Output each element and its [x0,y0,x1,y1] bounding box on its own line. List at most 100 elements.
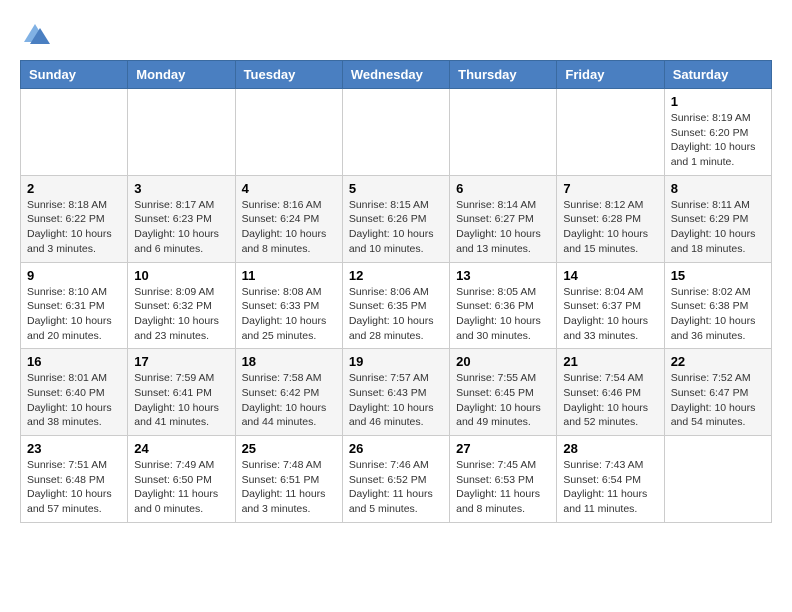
day-number: 28 [563,441,657,456]
day-info: Sunrise: 8:18 AM Sunset: 6:22 PM Dayligh… [27,198,121,257]
day-number: 22 [671,354,765,369]
day-info: Sunrise: 8:16 AM Sunset: 6:24 PM Dayligh… [242,198,336,257]
calendar-cell: 16 Sunrise: 8:01 AM Sunset: 6:40 PM Dayli… [21,349,128,436]
calendar-cell: 14Sunrise: 8:04 AM Sunset: 6:37 PM Dayli… [557,262,664,349]
day-number: 21 [563,354,657,369]
weekday-header-row: SundayMondayTuesdayWednesdayThursdayFrid… [21,61,772,89]
day-number: 19 [349,354,443,369]
day-info: Sunrise: 7:51 AM Sunset: 6:48 PM Dayligh… [27,458,121,517]
calendar-cell: 8 Sunrise: 8:11 AM Sunset: 6:29 PM Daylig… [664,175,771,262]
day-info: Sunrise: 7:48 AM Sunset: 6:51 PM Dayligh… [242,458,336,517]
weekday-header: Wednesday [342,61,449,89]
logo [20,20,54,50]
weekday-header: Thursday [450,61,557,89]
day-number: 15 [671,268,765,283]
calendar-cell: 1 Sunrise: 8:19 AM Sunset: 6:20 PM Daylig… [664,89,771,176]
day-info: Sunrise: 8:17 AM Sunset: 6:23 PM Dayligh… [134,198,228,257]
calendar-cell: 26 Sunrise: 7:46 AM Sunset: 6:52 PM Dayli… [342,436,449,523]
calendar-cell: 11 Sunrise: 8:08 AM Sunset: 6:33 PM Dayli… [235,262,342,349]
weekday-header: Sunday [21,61,128,89]
day-info: Sunrise: 7:46 AM Sunset: 6:52 PM Dayligh… [349,458,443,517]
day-info: Sunrise: 8:11 AM Sunset: 6:29 PM Dayligh… [671,198,765,257]
day-info: Sunrise: 8:02 AM Sunset: 6:38 PM Dayligh… [671,285,765,344]
day-info: Sunrise: 8:10 AM Sunset: 6:31 PM Dayligh… [27,285,121,344]
calendar-week-row: 9 Sunrise: 8:10 AM Sunset: 6:31 PM Daylig… [21,262,772,349]
calendar-table: SundayMondayTuesdayWednesdayThursdayFrid… [20,60,772,523]
calendar-cell: 23 Sunrise: 7:51 AM Sunset: 6:48 PM Dayli… [21,436,128,523]
calendar-cell: 2 Sunrise: 8:18 AM Sunset: 6:22 PM Daylig… [21,175,128,262]
day-number: 4 [242,181,336,196]
day-info: Sunrise: 8:01 AM Sunset: 6:40 PM Dayligh… [27,371,121,430]
calendar-cell: 25 Sunrise: 7:48 AM Sunset: 6:51 PM Dayli… [235,436,342,523]
calendar-cell: 18 Sunrise: 7:58 AM Sunset: 6:42 PM Dayli… [235,349,342,436]
calendar-cell: 15 Sunrise: 8:02 AM Sunset: 6:38 PM Dayli… [664,262,771,349]
day-info: Sunrise: 7:57 AM Sunset: 6:43 PM Dayligh… [349,371,443,430]
logo-icon [20,20,50,50]
day-info: Sunrise: 8:08 AM Sunset: 6:33 PM Dayligh… [242,285,336,344]
day-number: 17 [134,354,228,369]
day-number: 12 [349,268,443,283]
day-info: Sunrise: 7:58 AM Sunset: 6:42 PM Dayligh… [242,371,336,430]
day-info: Sunrise: 8:06 AM Sunset: 6:35 PM Dayligh… [349,285,443,344]
day-number: 20 [456,354,550,369]
calendar-cell: 12 Sunrise: 8:06 AM Sunset: 6:35 PM Dayli… [342,262,449,349]
weekday-header: Friday [557,61,664,89]
day-info: Sunrise: 8:14 AM Sunset: 6:27 PM Dayligh… [456,198,550,257]
calendar-cell: 3 Sunrise: 8:17 AM Sunset: 6:23 PM Daylig… [128,175,235,262]
day-number: 16 [27,354,121,369]
calendar-cell: 27Sunrise: 7:45 AM Sunset: 6:53 PM Dayli… [450,436,557,523]
day-number: 24 [134,441,228,456]
day-number: 26 [349,441,443,456]
day-number: 10 [134,268,228,283]
day-number: 14 [563,268,657,283]
day-number: 18 [242,354,336,369]
day-number: 8 [671,181,765,196]
calendar-cell: 28 Sunrise: 7:43 AM Sunset: 6:54 PM Dayli… [557,436,664,523]
day-number: 6 [456,181,550,196]
day-number: 5 [349,181,443,196]
calendar-cell [21,89,128,176]
weekday-header: Tuesday [235,61,342,89]
day-number: 2 [27,181,121,196]
day-number: 9 [27,268,121,283]
day-info: Sunrise: 7:54 AM Sunset: 6:46 PM Dayligh… [563,371,657,430]
day-number: 3 [134,181,228,196]
day-info: Sunrise: 7:59 AM Sunset: 6:41 PM Dayligh… [134,371,228,430]
calendar-cell [450,89,557,176]
calendar-cell [342,89,449,176]
calendar-cell: 5 Sunrise: 8:15 AM Sunset: 6:26 PM Daylig… [342,175,449,262]
calendar-cell: 4 Sunrise: 8:16 AM Sunset: 6:24 PM Daylig… [235,175,342,262]
day-info: Sunrise: 8:05 AM Sunset: 6:36 PM Dayligh… [456,285,550,344]
day-info: Sunrise: 8:15 AM Sunset: 6:26 PM Dayligh… [349,198,443,257]
day-info: Sunrise: 8:19 AM Sunset: 6:20 PM Dayligh… [671,111,765,170]
calendar-cell: 21 Sunrise: 7:54 AM Sunset: 6:46 PM Dayli… [557,349,664,436]
calendar-week-row: 2 Sunrise: 8:18 AM Sunset: 6:22 PM Daylig… [21,175,772,262]
weekday-header: Saturday [664,61,771,89]
calendar-week-row: 16 Sunrise: 8:01 AM Sunset: 6:40 PM Dayli… [21,349,772,436]
day-info: Sunrise: 8:12 AM Sunset: 6:28 PM Dayligh… [563,198,657,257]
day-info: Sunrise: 8:09 AM Sunset: 6:32 PM Dayligh… [134,285,228,344]
calendar-cell: 24Sunrise: 7:49 AM Sunset: 6:50 PM Dayli… [128,436,235,523]
day-number: 7 [563,181,657,196]
page-header [20,20,772,50]
calendar-cell: 20 Sunrise: 7:55 AM Sunset: 6:45 PM Dayli… [450,349,557,436]
calendar-cell: 13 Sunrise: 8:05 AM Sunset: 6:36 PM Dayli… [450,262,557,349]
calendar-cell: 10 Sunrise: 8:09 AM Sunset: 6:32 PM Dayli… [128,262,235,349]
day-number: 11 [242,268,336,283]
day-number: 13 [456,268,550,283]
day-info: Sunrise: 7:55 AM Sunset: 6:45 PM Dayligh… [456,371,550,430]
calendar-cell: 6 Sunrise: 8:14 AM Sunset: 6:27 PM Daylig… [450,175,557,262]
day-number: 23 [27,441,121,456]
day-number: 1 [671,94,765,109]
day-number: 25 [242,441,336,456]
calendar-cell: 9 Sunrise: 8:10 AM Sunset: 6:31 PM Daylig… [21,262,128,349]
calendar-week-row: 1 Sunrise: 8:19 AM Sunset: 6:20 PM Daylig… [21,89,772,176]
calendar-cell: 7 Sunrise: 8:12 AM Sunset: 6:28 PM Daylig… [557,175,664,262]
calendar-week-row: 23 Sunrise: 7:51 AM Sunset: 6:48 PM Dayli… [21,436,772,523]
day-info: Sunrise: 7:45 AM Sunset: 6:53 PM Dayligh… [456,458,550,517]
calendar-cell: 19 Sunrise: 7:57 AM Sunset: 6:43 PM Dayli… [342,349,449,436]
day-info: Sunrise: 7:52 AM Sunset: 6:47 PM Dayligh… [671,371,765,430]
calendar-cell [664,436,771,523]
calendar-cell: 17 Sunrise: 7:59 AM Sunset: 6:41 PM Dayli… [128,349,235,436]
day-info: Sunrise: 7:43 AM Sunset: 6:54 PM Dayligh… [563,458,657,517]
